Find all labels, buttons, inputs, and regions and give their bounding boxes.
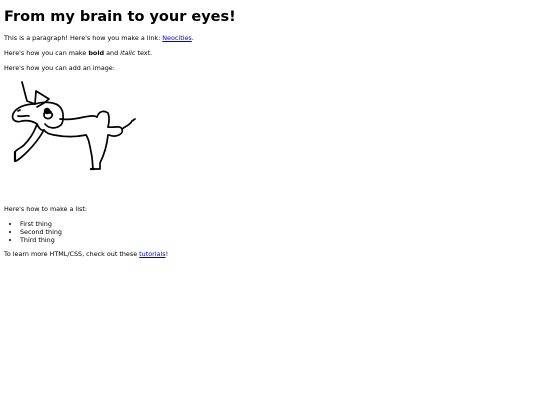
paragraph-format: Here's how you can make bold and italic … bbox=[4, 49, 536, 57]
list-item: Second thing bbox=[20, 228, 536, 236]
bold-text: bold bbox=[88, 49, 105, 57]
list-item: Third thing bbox=[20, 236, 536, 244]
paragraph-learn-text: To learn more HTML/CSS, check out these bbox=[4, 250, 140, 258]
neocities-link[interactable]: Neocities bbox=[162, 34, 191, 42]
paragraph-list: Here's how to make a list: bbox=[4, 205, 88, 213]
paragraph-learn-end: ! bbox=[165, 250, 169, 258]
italic-text: italic bbox=[120, 49, 136, 57]
bulleted-list: First thing Second thing Third thing bbox=[4, 220, 536, 244]
hand-drawn-creature-icon bbox=[11, 81, 136, 171]
paragraph-link-end: . bbox=[191, 34, 194, 42]
list-item: First thing bbox=[20, 220, 536, 228]
paragraph-link: This is a paragraph! Here's how you make… bbox=[4, 34, 536, 42]
page: From my brain to your eyes! This is a pa… bbox=[0, 0, 540, 258]
paragraph-format-middle: and bbox=[104, 49, 121, 57]
page-title: From my brain to your eyes! bbox=[4, 9, 236, 25]
paragraph-format-end: text. bbox=[135, 49, 153, 57]
paragraph-format-text: Here's how you can make bbox=[4, 49, 89, 57]
paragraph-image: Here's how you can add an image: bbox=[4, 64, 115, 72]
paragraph-learn: To learn more HTML/CSS, check out these … bbox=[4, 250, 536, 258]
paragraph-link-text: This is a paragraph! Here's how you make… bbox=[4, 34, 163, 42]
tutorials-link[interactable]: tutorials bbox=[139, 250, 165, 258]
